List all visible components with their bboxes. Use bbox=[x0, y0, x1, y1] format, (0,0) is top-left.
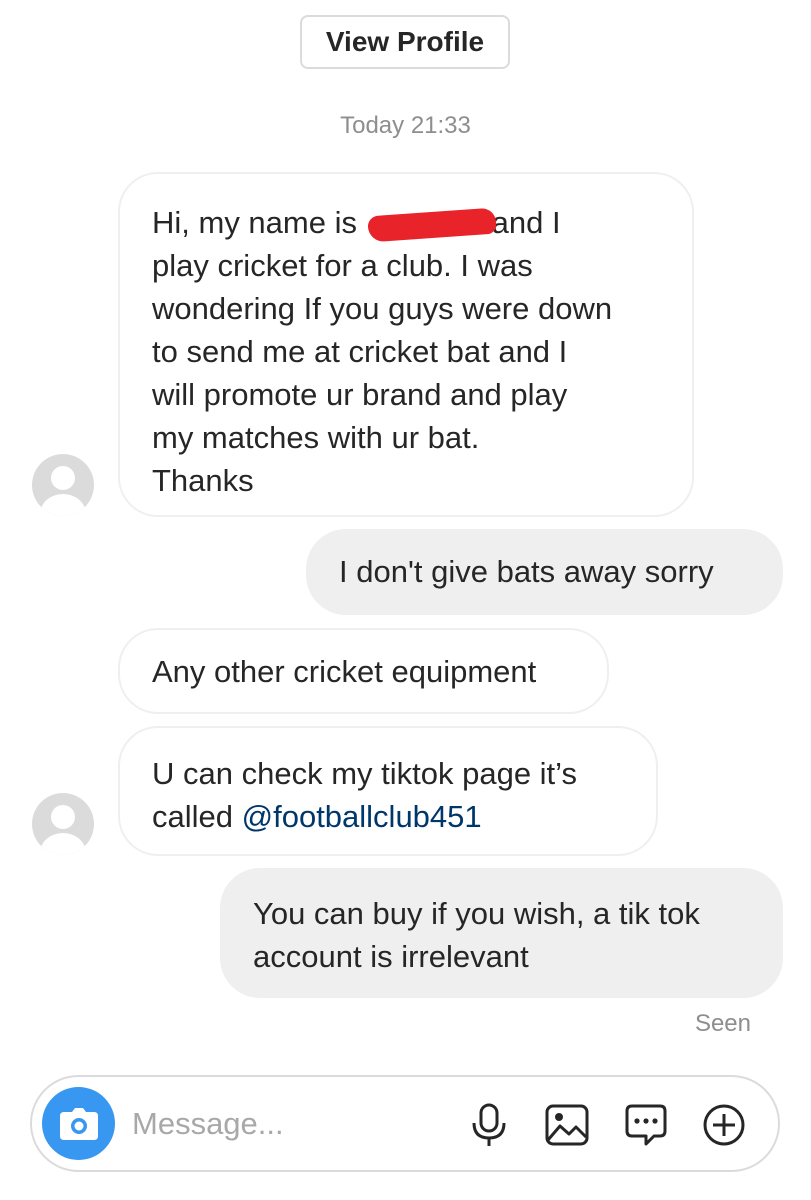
message-line: wondering If you guys were down bbox=[152, 291, 613, 326]
message-line: my matches with ur bat. bbox=[152, 420, 480, 455]
sender-avatar[interactable] bbox=[32, 454, 94, 516]
message-composer bbox=[30, 1075, 780, 1172]
message-line: You can buy if you wish, a tik tok bbox=[253, 896, 700, 931]
message-input[interactable] bbox=[132, 1101, 452, 1147]
message-line: Any other cricket equipment bbox=[152, 654, 537, 689]
incoming-message-bubble[interactable]: Any other cricket equipment bbox=[118, 628, 609, 714]
message-line: account is irrelevant bbox=[253, 939, 529, 974]
message-line: will promote ur brand and play bbox=[152, 377, 568, 412]
avatar-head-icon bbox=[51, 805, 75, 829]
outgoing-message-bubble[interactable]: I don't give bats away sorry bbox=[306, 529, 783, 615]
incoming-message-bubble[interactable]: U can check my tiktok page it’s called @… bbox=[118, 726, 658, 856]
avatar-body-icon bbox=[40, 833, 86, 855]
camera-button[interactable] bbox=[42, 1087, 115, 1160]
message-line: called @footballclub451 bbox=[152, 799, 482, 834]
seen-indicator: Seen bbox=[694, 1010, 751, 1037]
message-line: Hi, my name is and I bbox=[152, 201, 662, 244]
gallery-icon bbox=[545, 1104, 589, 1146]
sticker-icon bbox=[625, 1104, 667, 1146]
message-line: Thanks bbox=[152, 463, 254, 498]
message-line: I don't give bats away sorry bbox=[339, 554, 714, 589]
redaction-mark bbox=[366, 207, 497, 243]
message-line: to send me at cricket bat and I bbox=[152, 334, 568, 369]
plus-icon bbox=[703, 1104, 745, 1146]
camera-icon bbox=[59, 1107, 98, 1140]
incoming-message-bubble[interactable]: Hi, my name is and I play cricket for a … bbox=[118, 172, 694, 517]
message-line: U can check my tiktok page it’s bbox=[152, 756, 577, 791]
outgoing-message-bubble[interactable]: You can buy if you wish, a tik tok accou… bbox=[220, 868, 783, 998]
sticker-button[interactable] bbox=[622, 1101, 670, 1149]
sender-avatar[interactable] bbox=[32, 793, 94, 855]
avatar-head-icon bbox=[51, 466, 75, 490]
view-profile-button[interactable]: View Profile bbox=[300, 15, 510, 69]
conversation-timestamp: Today 21:33 bbox=[340, 112, 471, 139]
microphone-button[interactable] bbox=[465, 1101, 513, 1149]
message-line: play cricket for a club. I was bbox=[152, 248, 533, 283]
more-options-button[interactable] bbox=[700, 1101, 748, 1149]
avatar-body-icon bbox=[40, 494, 86, 516]
microphone-icon bbox=[472, 1103, 506, 1146]
gallery-button[interactable] bbox=[543, 1101, 591, 1149]
tiktok-mention-link[interactable]: @footballclub451 bbox=[242, 799, 482, 834]
